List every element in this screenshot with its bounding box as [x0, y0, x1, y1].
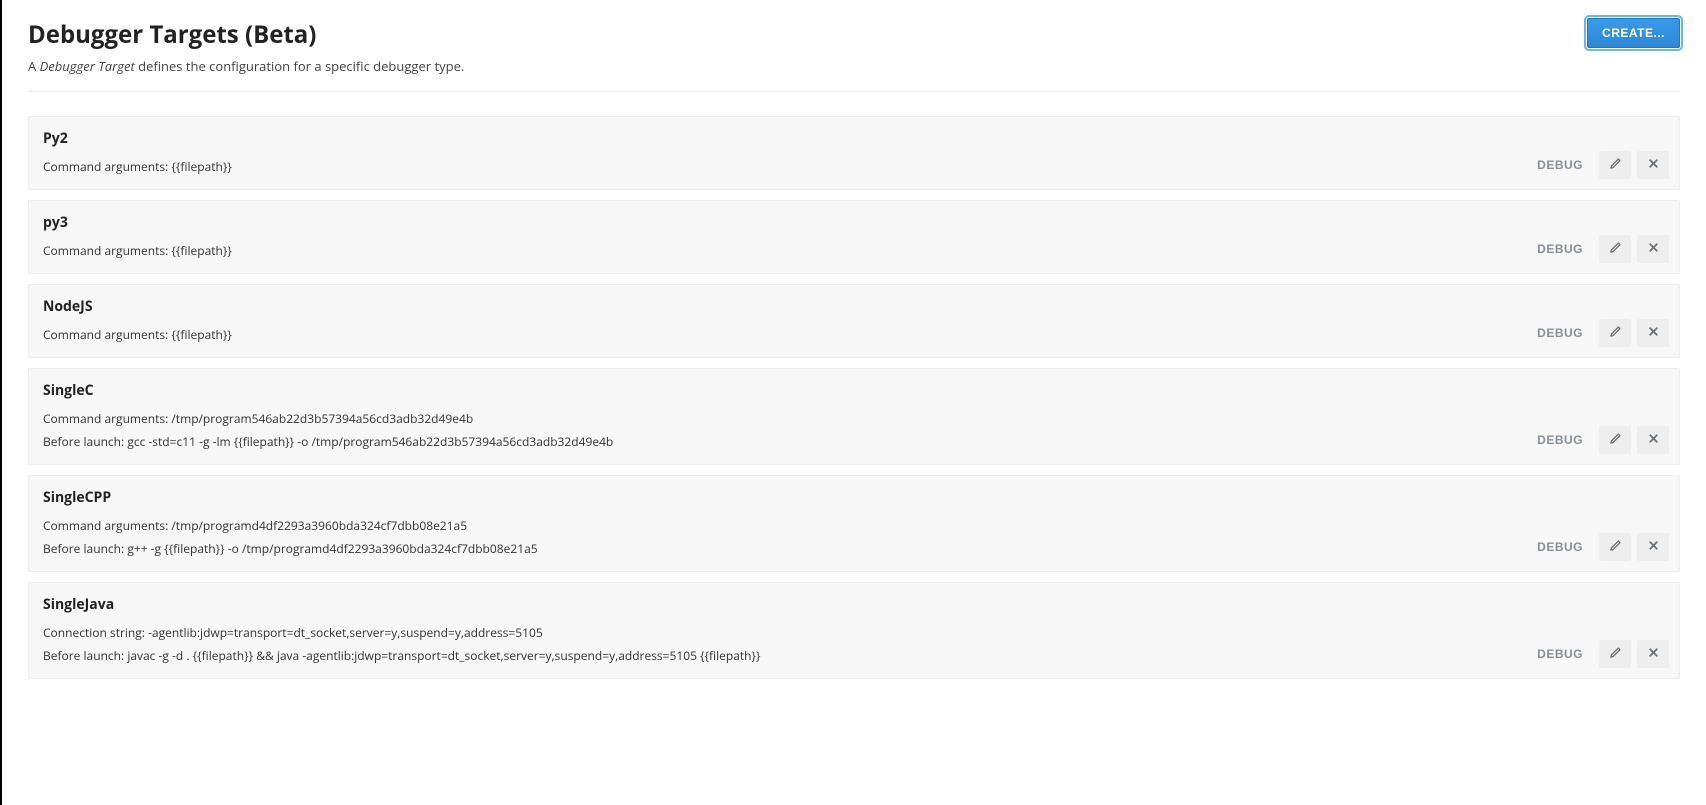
target-name: Py2: [43, 129, 1665, 148]
target-line-value: {{filepath}}: [171, 242, 231, 259]
card-actions: DEBUG: [1527, 319, 1669, 347]
target-name: SingleC: [43, 381, 1665, 400]
debug-button[interactable]: DEBUG: [1527, 152, 1593, 178]
pencil-icon: [1609, 539, 1622, 555]
pencil-icon: [1609, 241, 1622, 257]
target-name: SingleJava: [43, 595, 1665, 614]
edit-button[interactable]: [1599, 151, 1631, 179]
target-line-label: Command arguments:: [43, 517, 171, 534]
target-line-value: {{filepath}}: [171, 158, 231, 175]
target-line-value: {{filepath}}: [171, 326, 231, 343]
target-line: Command arguments: {{filepath}}: [43, 158, 1665, 175]
card-actions: DEBUG: [1527, 640, 1669, 668]
target-line: Command arguments: {{filepath}}: [43, 326, 1665, 343]
target-line-label: Before launch:: [43, 540, 127, 557]
target-line: Before launch: javac -g -d . {{filepath}…: [43, 647, 1665, 664]
edit-button[interactable]: [1599, 426, 1631, 454]
debug-button[interactable]: DEBUG: [1527, 320, 1593, 346]
close-icon: [1647, 157, 1660, 173]
card-actions: DEBUG: [1527, 151, 1669, 179]
target-card: py3Command arguments: {{filepath}}DEBUG: [28, 200, 1680, 274]
page-title: Debugger Targets (Beta): [28, 18, 464, 51]
desc-prefix: A: [28, 57, 40, 75]
card-actions: DEBUG: [1527, 533, 1669, 561]
debug-button[interactable]: DEBUG: [1527, 236, 1593, 262]
close-icon: [1647, 539, 1660, 555]
edit-button[interactable]: [1599, 319, 1631, 347]
close-icon: [1647, 325, 1660, 341]
targets-list: Py2Command arguments: {{filepath}}DEBUGp…: [28, 116, 1680, 679]
create-button[interactable]: CREATE...: [1587, 18, 1680, 48]
delete-button[interactable]: [1637, 426, 1669, 454]
close-icon: [1647, 646, 1660, 662]
target-line: Command arguments: /tmp/program546ab22d3…: [43, 410, 1665, 427]
target-line: Command arguments: /tmp/programd4df2293a…: [43, 517, 1665, 534]
pencil-icon: [1609, 432, 1622, 448]
target-card: NodeJSCommand arguments: {{filepath}}DEB…: [28, 284, 1680, 358]
target-line-value: /tmp/programd4df2293a3960bda324cf7dbb08e…: [171, 517, 467, 534]
target-line-label: Connection string:: [43, 624, 148, 641]
target-name: SingleCPP: [43, 488, 1665, 507]
close-icon: [1647, 241, 1660, 257]
delete-button[interactable]: [1637, 151, 1669, 179]
edit-button[interactable]: [1599, 533, 1631, 561]
target-name: NodeJS: [43, 297, 1665, 316]
card-actions: DEBUG: [1527, 426, 1669, 454]
target-line-label: Before launch:: [43, 647, 127, 664]
debug-button[interactable]: DEBUG: [1527, 534, 1593, 560]
target-name: py3: [43, 213, 1665, 232]
page-description: A Debugger Target defines the configurat…: [28, 57, 464, 75]
pencil-icon: [1609, 157, 1622, 173]
target-line-label: Command arguments:: [43, 326, 171, 343]
target-line-label: Command arguments:: [43, 158, 171, 175]
edit-button[interactable]: [1599, 235, 1631, 263]
target-line-value: /tmp/program546ab22d3b57394a56cd3adb32d4…: [171, 410, 473, 427]
edit-button[interactable]: [1599, 640, 1631, 668]
delete-button[interactable]: [1637, 640, 1669, 668]
pencil-icon: [1609, 646, 1622, 662]
delete-button[interactable]: [1637, 533, 1669, 561]
target-line-label: Command arguments:: [43, 410, 171, 427]
debug-button[interactable]: DEBUG: [1527, 641, 1593, 667]
target-line: Before launch: gcc -std=c11 -g -lm {{fil…: [43, 433, 1665, 450]
header-divider: [28, 91, 1680, 92]
target-line-label: Command arguments:: [43, 242, 171, 259]
target-line: Before launch: g++ -g {{filepath}} -o /t…: [43, 540, 1665, 557]
target-card: SingleC Command arguments: /tmp/program54…: [28, 368, 1680, 465]
delete-button[interactable]: [1637, 235, 1669, 263]
target-line-label: Before launch:: [43, 433, 127, 450]
debug-button[interactable]: DEBUG: [1527, 427, 1593, 453]
delete-button[interactable]: [1637, 319, 1669, 347]
target-line-value: gcc -std=c11 -g -lm {{filepath}} -o /tmp…: [127, 433, 613, 450]
target-line-value: -agentlib:jdwp=transport=dt_socket,serve…: [148, 624, 543, 641]
target-line: Command arguments: {{filepath}}: [43, 242, 1665, 259]
target-line: Connection string: -agentlib:jdwp=transp…: [43, 624, 1665, 641]
target-line-value: g++ -g {{filepath}} -o /tmp/programd4df2…: [127, 540, 537, 557]
card-actions: DEBUG: [1527, 235, 1669, 263]
close-icon: [1647, 432, 1660, 448]
target-card: Py2Command arguments: {{filepath}}DEBUG: [28, 116, 1680, 190]
desc-suffix: defines the configuration for a specific…: [135, 57, 465, 75]
target-card: SingleCPP Command arguments: /tmp/program…: [28, 475, 1680, 572]
pencil-icon: [1609, 325, 1622, 341]
target-line-value: javac -g -d . {{filepath}} && java -agen…: [127, 647, 760, 664]
target-card: SingleJava Connection string: -agentlib:j…: [28, 582, 1680, 679]
desc-term: Debugger Target: [40, 57, 135, 75]
